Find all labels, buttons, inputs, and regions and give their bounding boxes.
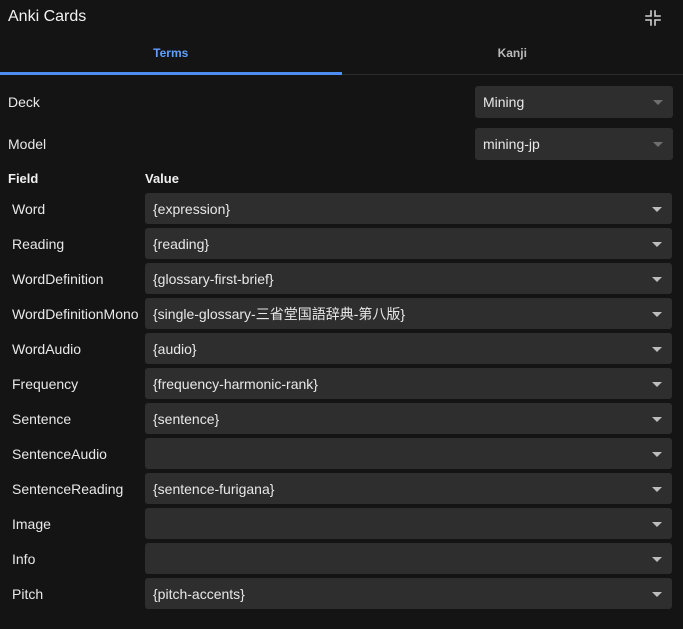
collapse-arrows-icon [645, 10, 661, 26]
chevron-down-icon [652, 591, 662, 597]
chevron-down-icon [652, 206, 662, 212]
model-row: Model mining-jp [0, 123, 683, 165]
deck-row: Deck Mining [0, 81, 683, 123]
field-row-sentence: Sentence {sentence} [0, 401, 683, 436]
chevron-down-icon [652, 486, 662, 492]
field-value-select[interactable]: {sentence-furigana} [145, 473, 672, 504]
field-value: {glossary-first-brief} [153, 270, 274, 287]
panel-header: Anki Cards [0, 0, 683, 36]
model-label: Model [8, 136, 47, 152]
field-value-select[interactable]: {pitch-accents} [145, 578, 672, 609]
model-value: mining-jp [483, 136, 540, 152]
field-row-image: Image [0, 506, 683, 541]
field-value: {sentence-furigana} [153, 480, 275, 497]
field-value: {audio} [153, 340, 197, 357]
field-value-select[interactable]: {reading} [145, 228, 672, 259]
field-row-pitch: Pitch {pitch-accents} [0, 576, 683, 611]
field-column-header: Field [8, 170, 39, 186]
field-name: SentenceReading [12, 480, 124, 497]
tab-kanji[interactable]: Kanji [342, 36, 683, 74]
chevron-down-icon [652, 556, 662, 562]
field-value: {frequency-harmonic-rank} [153, 375, 318, 392]
field-value-select[interactable] [145, 543, 672, 574]
field-name: WordDefinitionMono [12, 305, 139, 322]
chevron-down-icon [652, 311, 662, 317]
deck-value: Mining [483, 94, 525, 110]
field-row-sentence-audio: SentenceAudio [0, 436, 683, 471]
field-name: Word [12, 200, 46, 217]
chevron-down-icon [652, 241, 662, 247]
field-name: WordAudio [12, 340, 82, 357]
field-value: {reading} [153, 235, 210, 252]
chevron-down-icon [652, 416, 662, 422]
field-row-sentence-reading: SentenceReading {sentence-furigana} [0, 471, 683, 506]
chevron-down-icon [652, 276, 662, 282]
panel-title: Anki Cards [8, 8, 87, 25]
field-value-select[interactable]: {glossary-first-brief} [145, 263, 672, 294]
collapse-button[interactable] [643, 8, 663, 28]
field-value: {expression} [153, 200, 231, 217]
chevron-down-icon [652, 451, 662, 457]
field-value-select[interactable] [145, 438, 672, 469]
field-value: {sentence} [153, 410, 220, 427]
field-name: Info [12, 550, 36, 567]
chevron-down-icon [653, 100, 663, 105]
field-row-frequency: Frequency {frequency-harmonic-rank} [0, 366, 683, 401]
field-value-select[interactable]: {frequency-harmonic-rank} [145, 368, 672, 399]
field-name: Reading [12, 235, 65, 252]
field-row-info: Info [0, 541, 683, 576]
anki-cards-panel: Anki Cards Terms Kanji Deck Mining Model… [0, 0, 683, 629]
tab-terms-label: Terms [153, 46, 189, 60]
field-row-word: Word {expression} [0, 191, 683, 226]
field-name: Pitch [12, 585, 44, 602]
field-row-word-definition: WordDefinition {glossary-first-brief} [0, 261, 683, 296]
field-row-reading: Reading {reading} [0, 226, 683, 261]
chevron-down-icon [652, 521, 662, 527]
field-name: Sentence [12, 410, 72, 427]
tab-bar: Terms Kanji [0, 36, 683, 75]
deck-label: Deck [8, 94, 40, 110]
chevron-down-icon [653, 142, 663, 147]
field-value-select[interactable]: {expression} [145, 193, 672, 224]
value-column-header: Value [145, 170, 179, 186]
chevron-down-icon [652, 381, 662, 387]
field-value: {pitch-accents} [153, 585, 245, 602]
fields-list: Word {expression} Reading {reading} Word… [0, 191, 683, 611]
field-value: {single-glossary-三省堂国語辞典-第八版} [153, 305, 406, 322]
field-row-word-audio: WordAudio {audio} [0, 331, 683, 366]
chevron-down-icon [652, 346, 662, 352]
field-value-select[interactable] [145, 508, 672, 539]
tab-kanji-label: Kanji [497, 46, 527, 60]
field-name: SentenceAudio [12, 445, 107, 462]
field-name: Frequency [12, 375, 79, 392]
tab-terms[interactable]: Terms [0, 36, 342, 75]
model-select[interactable]: mining-jp [475, 128, 673, 160]
field-name: WordDefinition [12, 270, 104, 287]
field-value-select[interactable]: {sentence} [145, 403, 672, 434]
field-name: Image [12, 515, 51, 532]
field-value-select[interactable]: {audio} [145, 333, 672, 364]
field-row-word-definition-mono: WordDefinitionMono {single-glossary-三省堂国… [0, 296, 683, 331]
deck-select[interactable]: Mining [475, 86, 673, 118]
field-value-select[interactable]: {single-glossary-三省堂国語辞典-第八版} [145, 298, 672, 329]
fields-table-header: Field Value [0, 165, 683, 191]
